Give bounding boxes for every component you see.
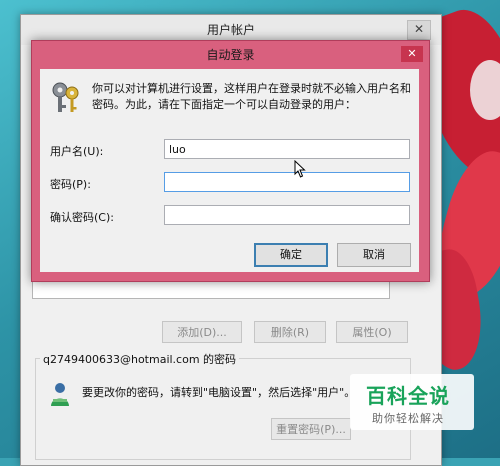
dialog-close-button[interactable]: ✕ [401,46,423,62]
mouse-cursor-icon [294,160,306,178]
cancel-button[interactable]: 取消 [337,243,411,267]
confirm-password-input[interactable] [164,205,410,225]
username-label: 用户名(U): [50,145,104,158]
add-user-button[interactable]: 添加(D)... [162,321,242,343]
ok-button[interactable]: 确定 [254,243,328,267]
reset-password-button[interactable]: 重置密码(P)... [271,418,351,440]
window-title: 用户帐户 [206,23,255,37]
username-input[interactable] [164,139,410,159]
remove-user-button[interactable]: 删除(R) [254,321,326,343]
confirm-password-label: 确认密码(C): [50,211,114,224]
watermark-sub-text: 助你轻松解决 [372,412,444,425]
dialog-intro-text: 你可以对计算机进行设置，这样用户在登录时就不必输入用户名和密码。为此，请在下面指… [92,82,411,111]
window-close-button[interactable]: ✕ [407,20,431,40]
watermark-main-text: 百科全说 [366,384,450,408]
dialog-title: 自动登录 [206,48,255,62]
auto-logon-dialog: 自动登录 ✕ 你可以对计算机进行设置，这样用户在登录时就不必输入用户名和密码。为… [31,40,430,282]
password-label: 密码(P): [50,178,91,191]
password-input[interactable] [164,172,410,192]
properties-button[interactable]: 属性(O) [336,321,408,343]
dialog-body: 你可以对计算机进行设置，这样用户在登录时就不必输入用户名和密码。为此，请在下面指… [40,69,419,272]
watermark-logo: 百科全说 助你轻松解决 [350,374,474,430]
change-password-text: 要更改你的密码，请转到"电脑设置"，然后选择"用户"。 [82,386,356,399]
password-group-title: q2749400633@hotmail.com 的密码 [40,351,240,367]
keys-icon [52,82,79,112]
user-icon [51,383,69,406]
